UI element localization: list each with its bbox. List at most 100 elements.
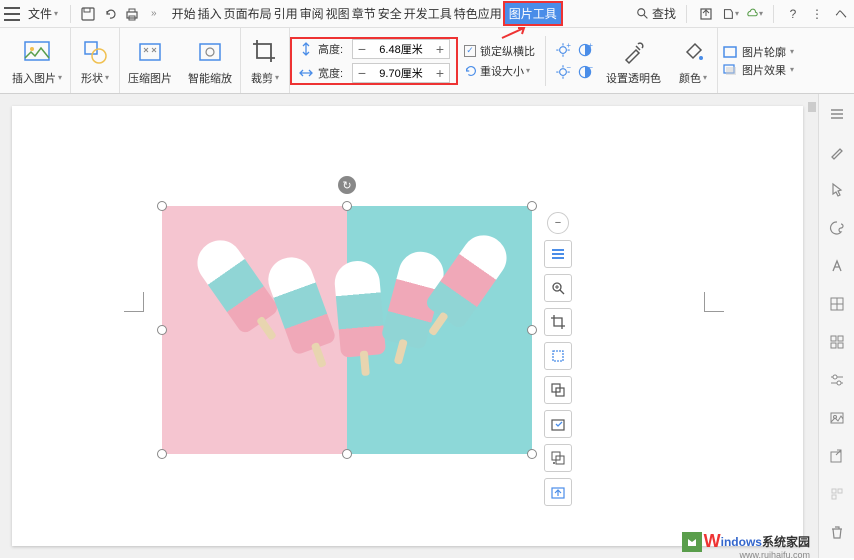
resize-handle-ml[interactable] xyxy=(157,325,167,335)
eyedropper-icon xyxy=(618,36,650,68)
float-layout-button[interactable] xyxy=(544,240,572,268)
picture-outline-label: 图片轮廓 xyxy=(742,44,786,60)
help-icon[interactable]: ? xyxy=(784,5,802,23)
tab-dev[interactable]: 开发工具 xyxy=(403,5,453,22)
float-crop-button[interactable] xyxy=(544,308,572,336)
reset-size-button[interactable]: 重设大小 ▾ xyxy=(464,63,535,79)
tab-start[interactable]: 开始 xyxy=(171,5,197,22)
tab-view[interactable]: 视图 xyxy=(325,5,351,22)
tab-ref[interactable]: 引用 xyxy=(273,5,299,22)
picture-effects-button[interactable]: 图片效果▾ xyxy=(722,62,794,78)
file-menu[interactable]: 文件 ▾ xyxy=(24,5,62,22)
effects-icon xyxy=(722,62,738,78)
float-save-button[interactable] xyxy=(544,410,572,438)
tab-layout[interactable]: 页面布局 xyxy=(223,5,273,22)
shape-group[interactable]: 形状▾ xyxy=(71,28,120,93)
width-row: 宽度: − + xyxy=(298,63,450,83)
resize-handle-tm[interactable] xyxy=(342,201,352,211)
width-plus-button[interactable]: + xyxy=(431,64,449,82)
crop-group[interactable]: 裁剪▾ xyxy=(241,28,290,93)
selected-image[interactable]: ↻ xyxy=(162,206,532,454)
color-group[interactable]: 颜色▾ xyxy=(669,28,718,93)
sidebar-toggle-icon[interactable] xyxy=(827,104,847,124)
watermark: Windows系统家园 xyxy=(682,531,810,552)
separator xyxy=(686,5,687,23)
smartzoom-icon xyxy=(194,36,226,68)
tab-special[interactable]: 特色应用 xyxy=(453,5,503,22)
trash-icon[interactable] xyxy=(827,522,847,542)
settings-icon[interactable] xyxy=(827,370,847,390)
width-spinner[interactable]: − + xyxy=(352,63,450,83)
text-icon[interactable] xyxy=(827,256,847,276)
vertical-scrollbar[interactable] xyxy=(806,94,818,558)
separator xyxy=(70,5,71,23)
float-rotate-button[interactable] xyxy=(544,342,572,370)
resize-handle-bl[interactable] xyxy=(157,449,167,459)
float-zoom-button[interactable] xyxy=(544,274,572,302)
compress-group[interactable]: 压缩图片 xyxy=(120,28,180,93)
history-icon[interactable]: ▾ xyxy=(721,5,739,23)
contrast-minus-icon[interactable]: − xyxy=(576,63,594,81)
resize-handle-bm[interactable] xyxy=(342,449,352,459)
brightness-plus-icon[interactable]: + xyxy=(554,41,572,59)
reset-size-label: 重设大小 xyxy=(480,63,524,79)
height-input[interactable] xyxy=(371,43,431,55)
height-minus-button[interactable]: − xyxy=(353,40,371,58)
pencil-icon[interactable] xyxy=(827,142,847,162)
width-minus-button[interactable]: − xyxy=(353,64,371,82)
insert-picture-group[interactable]: 插入图片▾ xyxy=(4,28,71,93)
separator xyxy=(545,36,546,86)
lock-ratio-checkbox[interactable]: ✓ 锁定纵横比 xyxy=(464,43,535,59)
transparent-color-label: 设置透明色 xyxy=(606,70,661,86)
pointer-icon[interactable] xyxy=(827,180,847,200)
insert-picture-icon xyxy=(21,36,53,68)
tab-security[interactable]: 安全 xyxy=(377,5,403,22)
share-icon[interactable] xyxy=(697,5,715,23)
print-icon[interactable] xyxy=(123,5,141,23)
smartzoom-group[interactable]: 智能缩放 xyxy=(180,28,241,93)
apps-icon[interactable] xyxy=(827,332,847,352)
collapse-ribbon-icon[interactable]: ヘ xyxy=(832,5,850,23)
float-more-button[interactable] xyxy=(544,444,572,472)
tab-picture-tools[interactable]: 图片工具 xyxy=(503,1,563,26)
float-extract-button[interactable] xyxy=(544,478,572,506)
resize-handle-tl[interactable] xyxy=(157,201,167,211)
grid-icon[interactable] xyxy=(827,294,847,314)
margin-corner-tl xyxy=(124,292,144,312)
right-sidebar xyxy=(818,94,854,558)
more-menu-icon[interactable]: ⋮ xyxy=(808,5,826,23)
resize-handle-mr[interactable] xyxy=(527,325,537,335)
float-minus-button[interactable]: − xyxy=(547,212,569,234)
tab-section[interactable]: 章节 xyxy=(351,5,377,22)
file-label: 文件 xyxy=(28,5,52,22)
picture-effects-label: 图片效果 xyxy=(742,62,786,78)
transparent-color-group[interactable]: 设置透明色 xyxy=(598,28,669,93)
crop-icon xyxy=(249,36,281,68)
compress-icon xyxy=(134,36,166,68)
picture-outline-button[interactable]: 图片轮廓▾ xyxy=(722,44,794,60)
scroll-thumb[interactable] xyxy=(808,102,816,112)
brightness-minus-icon[interactable]: − xyxy=(554,63,572,81)
resize-handle-tr[interactable] xyxy=(527,201,537,211)
outline-icon xyxy=(722,44,738,60)
undo-icon[interactable] xyxy=(101,5,119,23)
palette-icon[interactable] xyxy=(827,218,847,238)
contrast-plus-icon[interactable]: + xyxy=(576,41,594,59)
float-replace-button[interactable] xyxy=(544,376,572,404)
tab-insert[interactable]: 插入 xyxy=(197,5,223,22)
more-icon[interactable]: » xyxy=(151,8,157,19)
component-icon[interactable] xyxy=(827,484,847,504)
hamburger-menu-icon[interactable] xyxy=(4,7,20,21)
height-plus-button[interactable]: + xyxy=(431,40,449,58)
export-icon[interactable] xyxy=(827,446,847,466)
image-icon[interactable] xyxy=(827,408,847,428)
cloud-icon[interactable]: ▾ xyxy=(745,5,763,23)
svg-text:−: − xyxy=(566,63,571,72)
width-input[interactable] xyxy=(371,67,431,79)
resize-handle-br[interactable] xyxy=(527,449,537,459)
save-icon[interactable] xyxy=(79,5,97,23)
rotate-handle[interactable]: ↻ xyxy=(338,176,356,194)
search-button[interactable]: 查找 xyxy=(636,5,676,22)
tab-review[interactable]: 审阅 xyxy=(299,5,325,22)
height-spinner[interactable]: − + xyxy=(352,39,450,59)
